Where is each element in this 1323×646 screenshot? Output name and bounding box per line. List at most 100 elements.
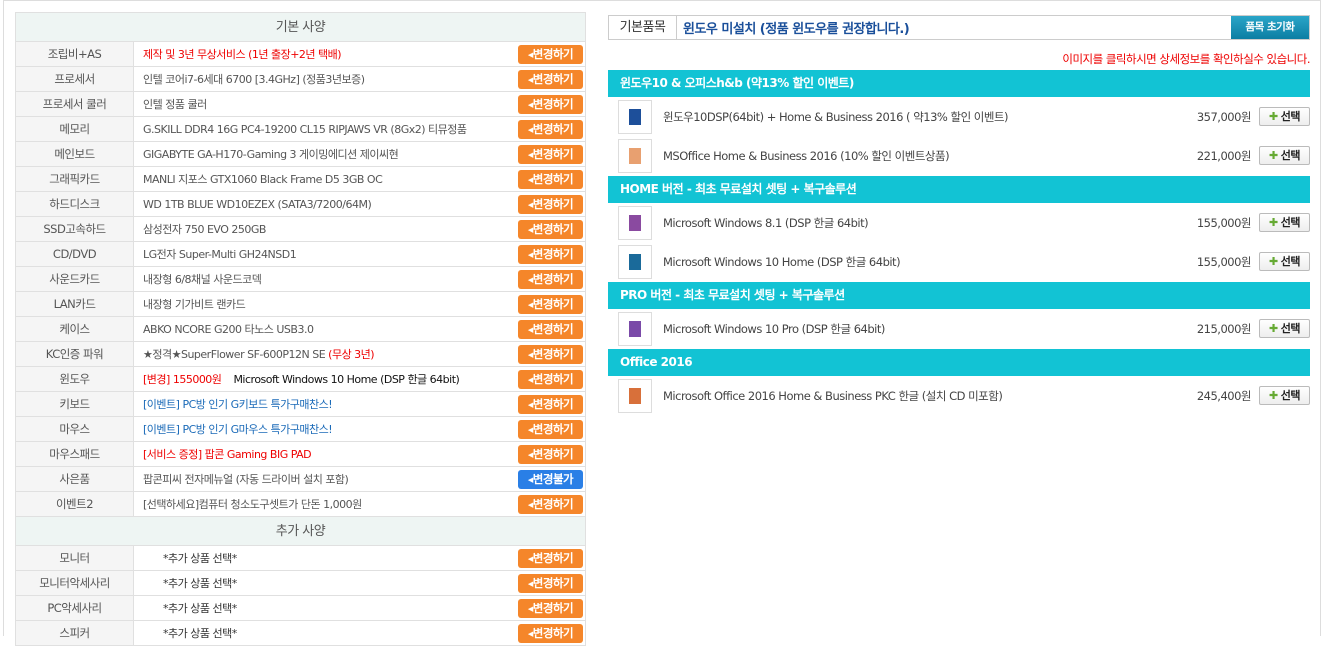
change-button[interactable]: ◀변경하기 (518, 623, 583, 643)
spec-row: 프로세서 쿨러 인텔 정품 쿨러 ◀변경하기 (16, 92, 585, 117)
product-price: 155,000원 (1196, 254, 1252, 269)
change-disabled-button[interactable]: ◀변경불가 (518, 469, 583, 489)
spec-row: CD/DVD LG전자 Super-Multi GH24NSD1 ◀변경하기 (16, 242, 585, 267)
spec-value-text: ★정격★SuperFlower SF-600P12N SE (143, 348, 326, 361)
change-button[interactable]: ◀변경하기 (518, 294, 583, 314)
plus-icon: ✚ (1269, 149, 1278, 162)
spec-value-text: ABKO NCORE G200 타노스 USB3.0 (143, 323, 314, 336)
change-button[interactable]: ◀변경하기 (518, 548, 583, 568)
product-thumbnail[interactable] (618, 244, 652, 279)
spec-label: 사은품 (16, 467, 134, 491)
product-name: Microsoft Windows 10 Home (DSP 한글 64bit) (663, 254, 901, 269)
select-button[interactable]: ✚ 선택 (1259, 107, 1310, 126)
spec-value-text: 인텔 코어i7-6세대 6700 [3.4GHz] (정품3년보증) (143, 73, 365, 86)
spec-row: 메모리 G.SKILL DDR4 16G PC4-19200 CL15 RIPJ… (16, 117, 585, 142)
spec-label: 사운드카드 (16, 267, 134, 291)
product-name: Microsoft Windows 8.1 (DSP 한글 64bit) (663, 215, 869, 230)
spec-value-extra: (무상 3년) (328, 348, 375, 361)
select-label: 선택 (1280, 110, 1301, 123)
select-button[interactable]: ✚ 선택 (1259, 252, 1310, 271)
product-thumbnail[interactable] (618, 138, 652, 173)
select-button[interactable]: ✚ 선택 (1259, 213, 1310, 232)
select-label: 선택 (1280, 149, 1301, 162)
product-thumbnail[interactable] (618, 311, 652, 346)
button-label: 변경하기 (532, 575, 574, 590)
spec-label: 키보드 (16, 392, 134, 416)
spec-row: 모니터 *추가 상품 선택* ◀변경하기 (16, 546, 585, 571)
change-button[interactable]: ◀변경하기 (518, 194, 583, 214)
spec-value: 내장형 기가비트 랜카드 (134, 296, 518, 312)
button-label: 변경하기 (532, 96, 574, 111)
product-thumbnail[interactable] (618, 99, 652, 134)
change-button[interactable]: ◀변경하기 (518, 444, 583, 464)
change-button[interactable]: ◀변경하기 (518, 144, 583, 164)
change-button[interactable]: ◀변경하기 (518, 319, 583, 339)
change-button[interactable]: ◀변경하기 (518, 419, 583, 439)
button-label: 변경하기 (532, 446, 574, 461)
product-price: 357,000원 (1196, 109, 1252, 124)
button-label: 변경하기 (532, 321, 574, 336)
spec-row: 사운드카드 내장형 6/8채널 사운드코덱 ◀변경하기 (16, 267, 585, 292)
spec-label: 프로세서 쿨러 (16, 92, 134, 116)
product-price: 245,400원 (1196, 388, 1252, 403)
button-label: 변경하기 (532, 296, 574, 311)
change-button[interactable]: ◀변경하기 (518, 244, 583, 264)
category-header: Office 2016 (608, 349, 1310, 376)
spec-row: 키보드 [이벤트] PC방 인기 G키보드 특가구매찬스! ◀변경하기 (16, 392, 585, 417)
select-button[interactable]: ✚ 선택 (1259, 386, 1310, 405)
spec-label: 모니터 (16, 546, 134, 570)
spec-row: 윈도우 [변경] 155000원 Microsoft Windows 10 Hom… (16, 367, 585, 392)
plus-icon: ✚ (1269, 255, 1278, 268)
select-label: 선택 (1280, 216, 1301, 229)
change-button[interactable]: ◀변경하기 (518, 573, 583, 593)
product-box-icon (629, 214, 641, 231)
spec-value-text: [변경] 155000원 (143, 373, 222, 386)
product-item: Microsoft Office 2016 Home & Business PK… (608, 376, 1310, 415)
product-thumbnail[interactable] (618, 378, 652, 413)
plus-icon: ✚ (1269, 110, 1278, 123)
spec-row: SSD고속하드 삼성전자 750 EVO 250GB ◀변경하기 (16, 217, 585, 242)
spec-value: *추가 상품 선택* (134, 625, 518, 641)
spec-value: [이벤트] PC방 인기 G마우스 특가구매찬스! (134, 421, 518, 437)
base-item-value: 윈도우 미설치 (정품 윈도우를 권장합니다.) (683, 22, 910, 37)
spec-value-text: [이벤트] PC방 인기 G마우스 특가구매찬스! (143, 423, 333, 436)
extra-spec-header: 추가 사양 (16, 517, 585, 546)
spec-row: 프로세서 인텔 코어i7-6세대 6700 [3.4GHz] (정품3년보증) … (16, 67, 585, 92)
change-button[interactable]: ◀변경하기 (518, 44, 583, 64)
button-label: 변경하기 (532, 550, 574, 565)
spec-value: LG전자 Super-Multi GH24NSD1 (134, 246, 518, 262)
spec-row: LAN카드 내장형 기가비트 랜카드 ◀변경하기 (16, 292, 585, 317)
spec-label: 프로세서 (16, 67, 134, 91)
spec-value: [변경] 155000원 Microsoft Windows 10 Home (D… (134, 371, 518, 387)
notice-text: 이미지를 클릭하시면 상세정보를 확인하실수 있습니다. (608, 51, 1310, 69)
change-button[interactable]: ◀변경하기 (518, 598, 583, 618)
select-button[interactable]: ✚ 선택 (1259, 146, 1310, 165)
change-button[interactable]: ◀변경하기 (518, 344, 583, 364)
change-button[interactable]: ◀변경하기 (518, 394, 583, 414)
spec-value-text: *추가 상품 선택* (163, 552, 237, 565)
spec-row: 사은품 팝콘피씨 전자메뉴얼 (자동 드라이버 설치 포함) ◀변경불가 (16, 467, 585, 492)
product-box-icon (629, 387, 641, 404)
change-button[interactable]: ◀변경하기 (518, 119, 583, 139)
product-thumbnail[interactable] (618, 205, 652, 240)
reset-items-button[interactable]: 품목 초기화 (1231, 16, 1309, 39)
spec-value: WD 1TB BLUE WD10EZEX (SATA3/7200/64M) (134, 198, 518, 211)
change-button[interactable]: ◀변경하기 (518, 69, 583, 89)
button-label: 변경불가 (532, 471, 574, 486)
product-name: MSOffice Home & Business 2016 (10% 할인 이벤… (663, 148, 950, 163)
change-button[interactable]: ◀변경하기 (518, 494, 583, 514)
change-button[interactable]: ◀변경하기 (518, 94, 583, 114)
spec-row: 조립비+AS 제작 및 3년 무상서비스 (1년 출장+2년 택배) ◀변경하기 (16, 42, 585, 67)
product-box-icon (629, 147, 641, 164)
option-panel: 기본품목 윈도우 미설치 (정품 윈도우를 권장합니다.) 품목 초기화 이미지… (608, 15, 1311, 415)
change-button[interactable]: ◀변경하기 (518, 269, 583, 289)
change-button[interactable]: ◀변경하기 (518, 219, 583, 239)
spec-label: LAN카드 (16, 292, 134, 316)
change-button[interactable]: ◀변경하기 (518, 369, 583, 389)
plus-icon: ✚ (1269, 389, 1278, 402)
spec-label: 메인보드 (16, 142, 134, 166)
select-button[interactable]: ✚ 선택 (1259, 319, 1310, 338)
change-button[interactable]: ◀변경하기 (518, 169, 583, 189)
spec-value: 내장형 6/8채널 사운드코덱 (134, 271, 518, 287)
button-label: 변경하기 (532, 421, 574, 436)
